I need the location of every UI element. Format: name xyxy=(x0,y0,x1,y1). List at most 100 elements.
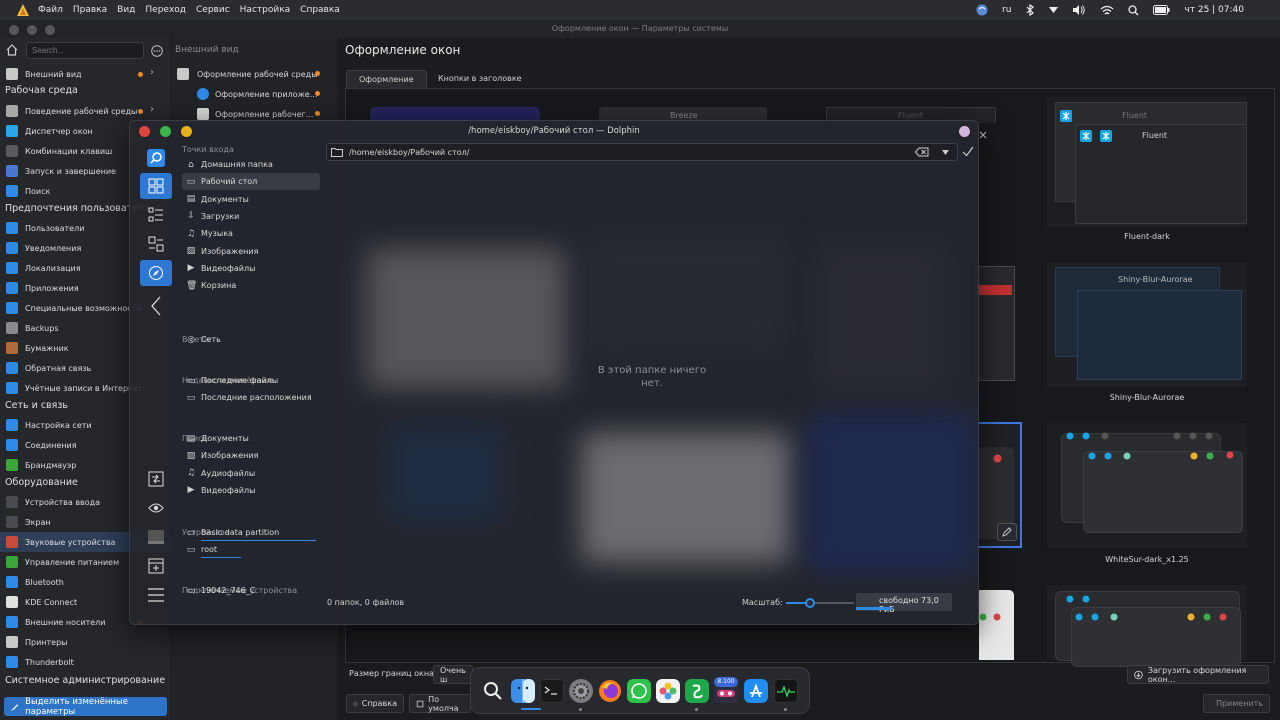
wifi-icon[interactable] xyxy=(1100,5,1114,16)
defaults-button[interactable]: По умолча xyxy=(409,694,471,713)
sidebar-item-appearance[interactable]: Внешний вид xyxy=(0,64,170,84)
appstore-icon[interactable] xyxy=(744,679,768,703)
window-maximize-button[interactable] xyxy=(45,25,55,35)
places-item-places[interactable]: ♫ Музыка xyxy=(182,225,320,242)
zoom-slider-handle[interactable] xyxy=(804,598,815,608)
sidebar-item-printers[interactable]: Принтеры xyxy=(0,632,170,652)
places-item-search[interactable]: ▤ Документы xyxy=(182,430,320,447)
strip-split-button[interactable] xyxy=(140,466,172,492)
highlight-changes-button[interactable]: Выделить изменённые параметры xyxy=(4,697,167,717)
search-icon[interactable] xyxy=(1128,4,1139,16)
help-button[interactable]: Справка xyxy=(346,694,404,713)
places-item-places[interactable]: ▨ Изображения xyxy=(182,243,320,260)
strip-icons-view-button[interactable] xyxy=(140,173,172,199)
menu-settings[interactable]: Настройка xyxy=(240,5,291,15)
places-item-removable[interactable]: ▭ 19042_746_C xyxy=(182,582,320,599)
zoom-slider[interactable] xyxy=(786,598,854,608)
app-badge-icon[interactable]: 8.100 xyxy=(714,677,738,703)
places-item-recent[interactable]: ▭ Последние расположения xyxy=(182,389,320,406)
confirm-location-icon[interactable] xyxy=(962,146,974,157)
home-icon[interactable] xyxy=(6,44,18,56)
photos-icon[interactable] xyxy=(656,679,680,703)
menu-edit[interactable]: Правка xyxy=(73,5,107,15)
strip-navigate-button[interactable] xyxy=(140,260,172,286)
users-icon xyxy=(6,222,18,234)
strip-preview-button[interactable] xyxy=(140,495,172,521)
menu-tools[interactable]: Сервис xyxy=(196,5,230,15)
spreadsheet-icon[interactable] xyxy=(685,679,709,703)
menu-go[interactable]: Переход xyxy=(145,5,186,15)
strip-new-tab-button[interactable] xyxy=(140,553,172,579)
battery-icon[interactable] xyxy=(1153,5,1170,15)
midcol-item-app-style[interactable]: Оформление приложе... xyxy=(171,84,337,104)
places-item-search[interactable]: ▨ Изображения xyxy=(182,447,320,464)
free-space-bar[interactable]: свободно 73,0 ГиБ xyxy=(856,593,952,614)
terminal-icon[interactable] xyxy=(540,679,564,703)
places-item-devices[interactable]: ▭ root xyxy=(182,541,320,559)
strip-terminal-button[interactable] xyxy=(140,524,172,550)
strip-details-view-button[interactable] xyxy=(140,202,172,228)
pictures-icon: ▨ xyxy=(186,450,196,461)
midcol-item-global-theme[interactable]: Оформление рабочей среды xyxy=(171,64,337,84)
chevron-right-icon[interactable]: › xyxy=(150,104,154,115)
dolphin-extra-button[interactable] xyxy=(959,126,970,137)
strip-menu-button[interactable] xyxy=(140,582,172,608)
clear-location-icon[interactable] xyxy=(915,147,929,157)
dolphin-close-button[interactable] xyxy=(139,126,150,137)
tab-decorations[interactable]: Оформление xyxy=(346,70,427,88)
dolphin-minimize-button[interactable] xyxy=(160,126,171,137)
sidebar-search-input[interactable] xyxy=(26,42,144,59)
download-decorations-button[interactable]: Загрузить оформления окон... xyxy=(1127,665,1269,684)
kde-badge-icon xyxy=(1100,130,1112,142)
strip-search-button[interactable] xyxy=(140,145,172,171)
display-icon xyxy=(6,516,18,528)
places-item-places[interactable]: ⌂ Домашняя папка xyxy=(182,156,320,173)
places-item-recent[interactable]: ▭ Последние файлы xyxy=(182,372,320,389)
red-theme-card[interactable] xyxy=(975,266,1015,381)
places-item-places[interactable]: ▤ Документы xyxy=(182,191,320,208)
firefox-icon[interactable] xyxy=(598,679,622,703)
places-item-places[interactable]: ▶ Видеофайлы xyxy=(182,260,320,277)
chevron-right-icon[interactable]: › xyxy=(150,67,154,78)
apply-button[interactable]: Применить xyxy=(1203,694,1270,713)
places-item-search[interactable]: ♫ Аудиофайлы xyxy=(182,465,320,482)
window-minimize-button[interactable] xyxy=(27,25,37,35)
tab-titlebar-buttons[interactable]: Кнопки в заголовке xyxy=(426,70,534,88)
places-item-network[interactable]: ◎ Сеть xyxy=(182,331,320,348)
sidebar-item-thunderbolt[interactable]: Thunderbolt xyxy=(0,652,170,672)
chevron-down-icon[interactable] xyxy=(1049,6,1059,14)
theme-name-fluent-dark: Fluent-dark xyxy=(1124,232,1170,241)
strip-compact-view-button[interactable] xyxy=(140,231,172,257)
location-bar[interactable]: /home/eiskboy/Рабочий стол/ xyxy=(326,143,958,161)
chevron-down-icon[interactable] xyxy=(942,150,949,155)
clock[interactable]: чт 25 | 07:40 xyxy=(1184,5,1244,15)
menu-view[interactable]: Вид xyxy=(117,5,135,15)
light-theme-card[interactable] xyxy=(979,590,1014,660)
changed-indicator xyxy=(315,91,320,96)
activity-monitor-icon[interactable] xyxy=(774,679,798,703)
section-workspace: Рабочая среда xyxy=(5,85,78,96)
vpn-icon[interactable] xyxy=(976,4,988,16)
bluetooth-icon[interactable] xyxy=(1025,4,1035,16)
menu-file[interactable]: Файл xyxy=(38,5,63,15)
menu-help[interactable]: Справка xyxy=(300,5,340,15)
dolphin-maximize-button[interactable] xyxy=(181,126,192,137)
places-item-places[interactable]: 🗑 Корзина xyxy=(182,277,320,294)
window-close-button[interactable] xyxy=(9,25,19,35)
keyboard-layout[interactable]: ru xyxy=(1002,5,1011,15)
finder-icon[interactable] xyxy=(511,679,535,703)
places-item-places[interactable]: ⇩ Загрузки xyxy=(182,208,320,225)
strip-back-button[interactable] xyxy=(140,293,172,319)
search-app-icon[interactable] xyxy=(481,679,505,703)
volume-icon[interactable] xyxy=(1072,4,1086,16)
places-item-places[interactable]: ▭ Рабочий стол xyxy=(182,173,320,191)
edit-theme-button[interactable] xyxy=(997,523,1017,541)
app-logo-icon[interactable] xyxy=(16,3,30,17)
border-size-select[interactable]: Очень ш xyxy=(433,665,473,684)
places-item-devices[interactable]: ▭ Basic data partition xyxy=(182,524,320,541)
places-item-search[interactable]: ▶ Видеофайлы xyxy=(182,482,320,499)
whatsapp-icon[interactable] xyxy=(627,679,651,703)
sidebar-item-workspace[interactable]: Поведение рабочей среды xyxy=(0,101,170,121)
settings-gear-icon[interactable] xyxy=(569,679,593,703)
more-options-icon[interactable] xyxy=(151,45,163,57)
